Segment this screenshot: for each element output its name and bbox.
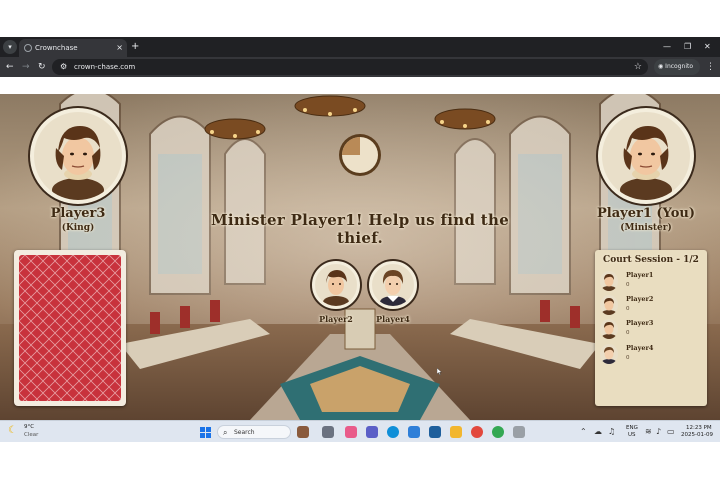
browser-tab[interactable]: Crownchase × [19,39,127,57]
chrome-icon[interactable] [471,426,483,438]
timer-elapsed-slice [342,137,360,155]
wifi-icon[interactable]: ≋ [645,426,652,438]
scoreboard-score: 0 [626,330,630,336]
scoreboard-name: Player1 [626,271,654,279]
weather-description[interactable]: Clear [24,432,38,438]
restore-icon[interactable]: ❐ [684,40,691,54]
bookmark-star-icon[interactable]: ☆ [634,60,642,74]
player1-name: Player1 (You) [597,206,695,221]
player3-mini-avatar [600,319,618,339]
court-session-title: Court Session - 1/2 [603,255,699,265]
clock-date[interactable]: 2025-01-09 [681,432,713,439]
site-info-icon[interactable]: ⚙ [60,60,67,74]
scoreboard-row: Player4 0 [600,344,704,366]
suspect-player4-button[interactable] [369,261,417,309]
player3-name: Player3 [50,206,106,221]
browser-toolbar: ← → ↻ ⚙ crown-chase.com ☆ ◉ Incognito ⋮ [0,57,720,77]
weather-temperature[interactable]: 9°C [24,424,34,430]
language-line2[interactable]: US [628,432,636,439]
scoreboard-name: Player4 [626,344,654,352]
player-card[interactable] [14,250,126,406]
king-avatar-icon [52,126,104,200]
player3-role: (King) [61,223,95,233]
vscode-icon[interactable] [408,426,420,438]
blank-area [0,442,720,480]
chrome-profile-icon[interactable] [492,426,504,438]
volume-icon[interactable]: ♪ [656,426,661,438]
teams-icon[interactable] [366,426,378,438]
cloud-icon[interactable]: ☁ [594,426,602,438]
address-bar[interactable]: ⚙ crown-chase.com ☆ [52,59,648,75]
scoreboard-score: 0 [626,306,630,312]
copilot-icon[interactable] [345,426,357,438]
task-view-icon[interactable] [322,426,334,438]
headset-icon[interactable]: ♫ [608,426,615,438]
card-back-pattern [19,255,121,401]
file-explorer-icon[interactable] [450,426,462,438]
close-window-icon[interactable]: ✕ [704,40,711,54]
scoreboard-score: 0 [626,282,630,288]
incognito-label: Incognito [665,63,694,70]
player4-avatar-icon [380,270,406,306]
scoreboard-row: Player1 0 [600,271,704,293]
tab-search-button[interactable]: ▾ [3,40,17,54]
browser-menu-icon[interactable]: ⋮ [706,60,715,74]
player4-mini-avatar [600,344,618,364]
battery-icon[interactable]: ▭ [667,426,675,438]
back-icon[interactable]: ← [6,60,14,74]
browser-tab-strip: ▾ Crownchase × + — ❐ ✕ [0,37,720,57]
card-back [19,255,121,401]
search-icon: ⌕ [223,428,228,437]
taskbar-search[interactable]: ⌕ Search [217,425,291,439]
weather-moon-icon[interactable]: ☾ [8,425,17,437]
clock-time[interactable]: 12:23 PM [686,425,712,432]
player3-portrait [30,108,126,204]
turn-prompt: Minister Player1! Help us find the thief… [210,211,510,247]
minister-avatar-icon [620,126,672,200]
player2-mini-avatar [600,295,618,315]
store-icon[interactable] [429,426,441,438]
scoreboard-row: Player3 0 [600,319,704,341]
player1-portrait [598,108,694,204]
snipping-tool-icon[interactable] [513,426,525,438]
mouse-cursor-icon [437,368,442,375]
taskbar-widget-icon[interactable] [297,426,309,438]
player1-role: (Minister) [620,223,672,233]
scoreboard-row: Player2 0 [600,295,704,317]
incognito-icon: ◉ [658,63,664,70]
suspect-player2-button[interactable] [312,261,360,309]
court-session-panel: Court Session - 1/2 Player1 0 Player2 0 [595,250,707,406]
scoreboard-name: Player3 [626,319,654,327]
tab-close-button[interactable]: × [116,42,123,54]
tab-favicon-icon [24,44,32,52]
language-line1[interactable]: ENG [626,425,638,432]
player1-mini-avatar [600,271,618,291]
scoreboard-score: 0 [626,355,630,361]
game-scene: Player3 (King) Player1 (You) (Minister) … [0,94,720,420]
tab-title: Crownchase [35,44,78,52]
taskbar: ☾ 9°C Clear ⌕ Search ⌃ ☁ ♫ ENG US ≋ ♪ ▭ … [0,420,720,442]
edge-icon[interactable] [387,426,399,438]
turn-timer [339,134,381,176]
show-hidden-icons-icon[interactable]: ⌃ [580,426,587,438]
new-tab-button[interactable]: + [131,40,139,54]
forward-icon[interactable]: → [22,60,30,74]
windows-start-icon[interactable] [200,427,211,438]
incognito-badge[interactable]: ◉ Incognito [654,59,700,75]
suspect-player4-name: Player4 [376,314,410,324]
taskbar-search-label: Search [234,429,255,436]
scoreboard-name: Player2 [626,295,654,303]
reload-icon[interactable]: ↻ [38,60,46,74]
player2-avatar-icon [323,270,349,306]
minimize-icon[interactable]: — [663,40,671,54]
address-url[interactable]: crown-chase.com [74,60,135,74]
screen: ▾ Crownchase × + — ❐ ✕ ← → ↻ ⚙ crown-cha… [0,0,720,480]
